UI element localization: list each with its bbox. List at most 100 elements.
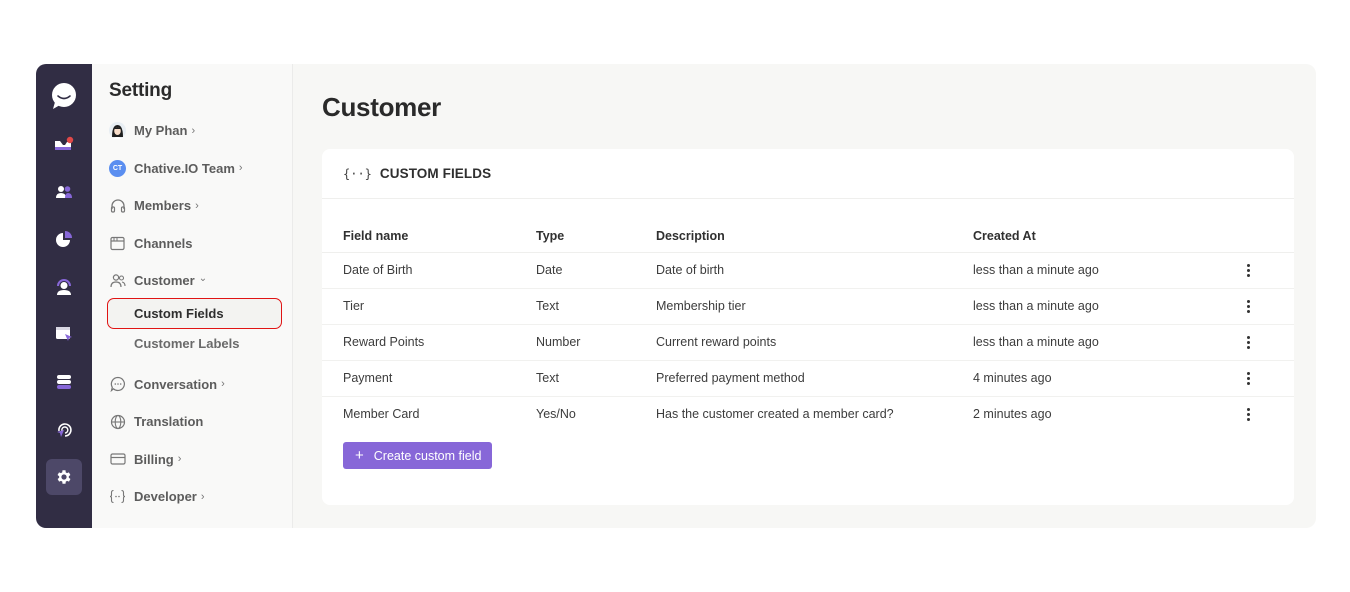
more-vertical-icon[interactable] [1243,407,1253,421]
headset-icon [110,199,125,213]
headset-agent-icon [57,278,71,295]
cell-description: Preferred payment method [656,360,973,397]
custom-fields-table: Field name Type Description Created At D… [322,220,1294,432]
cell-type: Text [536,288,656,325]
gear-icon [57,469,71,484]
cell-field-name: Payment [322,360,536,397]
column-header-field-name: Field name [322,220,536,253]
cell-field-name: Date of Birth [322,252,536,289]
cell-description: Date of birth [656,252,973,289]
chevron-right-icon: › [221,378,225,391]
subnav-title: Setting [109,80,172,101]
table-row[interactable]: Tier Text Membership tier less than a minut… [322,288,1294,325]
code-braces-icon [109,490,126,504]
cell-actions [1243,360,1294,397]
nav-item-developer[interactable]: Developer › [109,478,292,516]
code-braces-icon: {··} [343,166,372,181]
rail-reports[interactable] [46,221,82,257]
rail-agents[interactable] [46,269,82,305]
cell-description: Has the customer created a member card? [656,407,894,422]
nav-item-translation[interactable]: Translation [109,403,292,441]
rail-widget[interactable] [46,316,82,352]
widget-cursor-icon [56,327,72,341]
rail-contacts[interactable] [46,174,82,210]
cell-field-name: Reward Points [322,324,536,361]
database-icon [57,374,71,389]
card-header: {··} CUSTOM FIELDS [322,149,1294,199]
nav-item-label: My Phan [134,123,188,139]
users-outline-icon [109,274,126,288]
nav-item-label: Chative.IO Team [134,160,235,176]
table-row[interactable]: Date of Birth Date Date of birth less than … [322,252,1294,289]
cell-actions [1243,396,1294,432]
nav-item-members[interactable]: Members › [109,187,292,225]
nav-item-team[interactable]: CT Chative.IO Team › [109,150,292,188]
sub-item-custom-fields[interactable]: Custom Fields [107,297,282,329]
rail-database[interactable] [46,364,82,400]
rail-inbox[interactable] [46,126,82,162]
sub-item-customer-labels[interactable]: Customer Labels [109,329,282,359]
icon-rail [36,64,92,528]
nav-item-channels[interactable]: Channels [109,225,292,263]
create-custom-field-label: Create custom field [373,448,482,463]
cell-description: Current reward points [656,324,973,361]
cell-created-at: 4 minutes ago [973,360,1243,397]
cell-actions [1243,288,1294,325]
chat-dots-icon [110,377,125,393]
globe-icon [110,414,125,429]
table-row[interactable]: Reward Points Number Current reward points… [322,324,1294,361]
chevron-right-icon: › [195,199,199,212]
cell-created-at: less than a minute ago [973,288,1243,325]
chevron-right-icon: › [177,453,182,466]
create-custom-field-button[interactable]: + Create custom field [343,442,493,469]
nav-item-label: Developer [134,489,197,505]
cell-actions [1243,252,1294,289]
custom-fields-card: {··} CUSTOM FIELDS Field name Type Descr… [322,149,1294,505]
pie-chart-icon [56,231,72,247]
chevron-right-icon: › [191,124,196,137]
inbox-icon [55,136,74,150]
nav-item-label: Conversation [134,376,218,392]
more-vertical-icon[interactable] [1243,371,1253,385]
nav-item-label: Billing [134,451,174,467]
main-content: Customer {··} CUSTOM FIELDS Field name T… [293,64,1316,528]
column-header-type: Type [536,220,656,253]
nav-item-conversation[interactable]: Conversation › [109,366,292,404]
card-title: CUSTOM FIELDS [379,166,492,181]
app-window: Setting My Phan › CT Chative.IO Team › M… [36,64,1316,528]
credit-card-icon [109,453,126,465]
table-row[interactable]: Payment Text Preferred payment method 4 min… [322,360,1294,397]
plus-icon: + [355,447,364,464]
cell-created-at: less than a minute ago [973,252,1243,289]
nav-item-label: Customer [134,273,195,289]
cell-type: Text [536,360,656,397]
more-vertical-icon[interactable] [1243,335,1253,349]
table-row[interactable]: Member Card Yes/No Has the customer create… [322,396,1294,432]
nav-item-label: Translation [134,414,204,430]
rail-automation[interactable] [46,411,82,447]
column-header-created-at: Created At [973,220,1243,253]
team-avatar: CT [109,159,126,177]
nav-item-customer[interactable]: Customer ⌄ [109,262,292,300]
column-header-description: Description [656,220,973,253]
nav-item-my-profile[interactable]: My Phan › [109,112,292,150]
cell-created-at: 2 minutes ago [973,407,1052,422]
chevron-right-icon: › [200,490,205,503]
more-vertical-icon[interactable] [1243,263,1253,277]
table-header-row: Field name Type Description Created At [322,220,1294,253]
cell-type: Yes/No [536,407,576,422]
cell-actions [1243,324,1294,361]
rail-settings[interactable] [46,458,82,495]
customer-submenu: Custom Fields Customer Labels [107,297,292,359]
cell-type: Date [536,252,656,289]
rail-logo[interactable] [44,76,84,116]
cell-type: Number [536,324,656,361]
settings-subnav: Setting My Phan › CT Chative.IO Team › M… [92,64,293,528]
nav-item-billing[interactable]: Billing › [109,441,292,479]
window-icon [110,236,125,250]
chevron-down-icon: ⌄ [198,273,208,285]
column-header-actions [1243,220,1294,253]
more-vertical-icon[interactable] [1243,299,1253,313]
nav-item-label: Channels [134,235,193,251]
page-title: Customer [322,92,441,122]
